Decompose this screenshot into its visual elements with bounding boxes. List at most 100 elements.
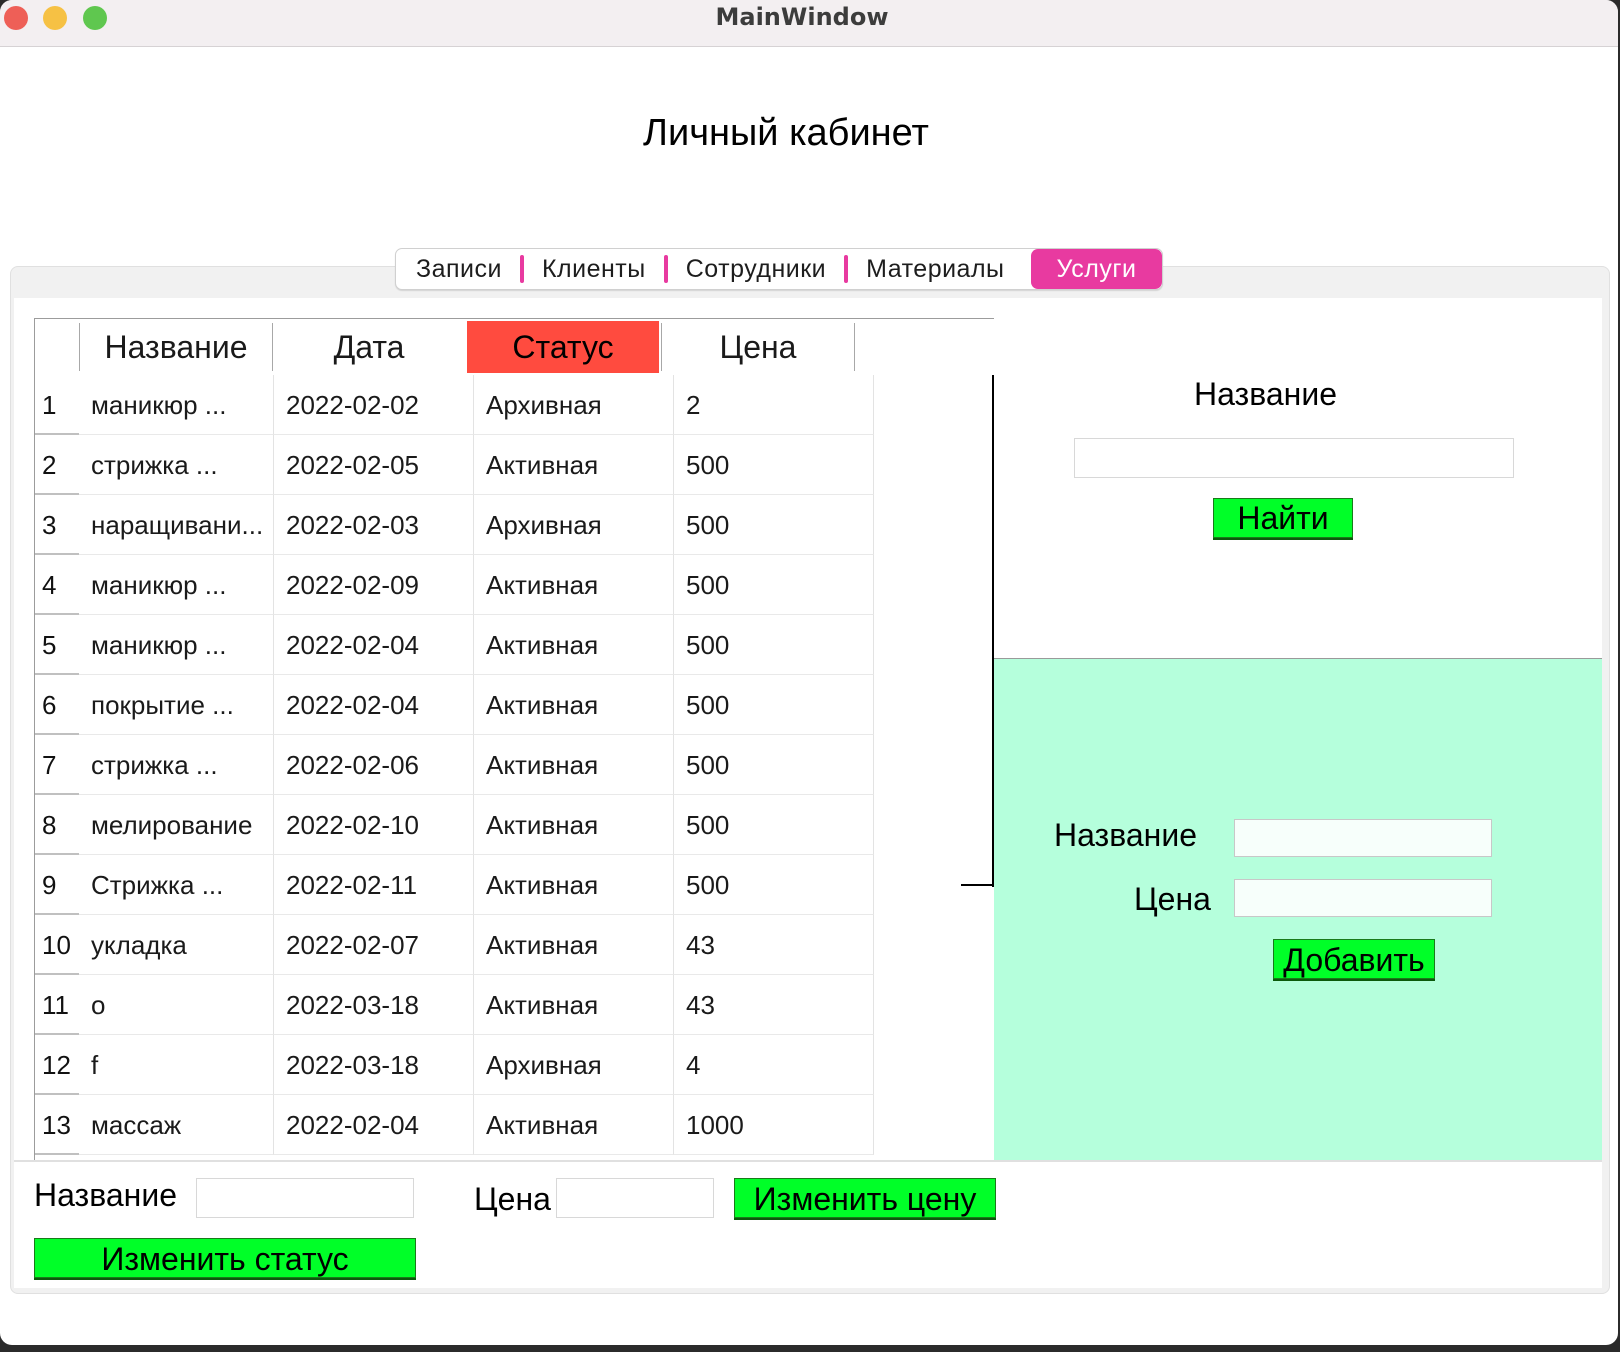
price-cell[interactable]: 500 bbox=[674, 555, 874, 615]
name-cell[interactable]: укладка bbox=[79, 915, 274, 975]
date-cell[interactable]: 2022-02-05 bbox=[274, 435, 474, 495]
row-number-cell[interactable]: 12 bbox=[35, 1035, 79, 1095]
table-row[interactable]: 2 стрижка ... 2022-02-05 Активная 500 bbox=[35, 435, 995, 495]
name-cell[interactable]: маникюр ... bbox=[79, 615, 274, 675]
date-cell[interactable]: 2022-02-04 bbox=[274, 615, 474, 675]
table-row[interactable]: 12 f 2022-03-18 Архивная 4 bbox=[35, 1035, 995, 1095]
status-cell[interactable]: Активная bbox=[474, 615, 674, 675]
search-name-label: Название bbox=[1194, 376, 1337, 412]
status-cell[interactable]: Активная bbox=[474, 915, 674, 975]
price-cell[interactable]: 43 bbox=[674, 975, 874, 1035]
name-cell[interactable]: о bbox=[79, 975, 274, 1035]
name-cell[interactable]: Стрижка ... bbox=[79, 855, 274, 915]
add-button[interactable]: Добавить bbox=[1273, 939, 1435, 979]
row-number-cell[interactable]: 4 bbox=[35, 555, 79, 615]
change-price-button[interactable]: Изменить цену bbox=[734, 1178, 996, 1218]
edit-name-input[interactable] bbox=[196, 1178, 414, 1218]
name-cell[interactable]: массаж bbox=[79, 1095, 274, 1155]
column-header-date[interactable]: Дата bbox=[272, 323, 465, 371]
name-cell[interactable]: стрижка ... bbox=[79, 735, 274, 795]
edit-price-input[interactable] bbox=[556, 1178, 714, 1218]
date-cell[interactable]: 2022-02-07 bbox=[274, 915, 474, 975]
price-cell[interactable]: 500 bbox=[674, 615, 874, 675]
name-cell[interactable]: покрытие ... bbox=[79, 675, 274, 735]
price-cell[interactable]: 500 bbox=[674, 795, 874, 855]
column-header-status[interactable]: Статус bbox=[467, 321, 659, 373]
table-row[interactable]: 5 маникюр ... 2022-02-04 Активная 500 bbox=[35, 615, 995, 675]
row-number-cell[interactable]: 11 bbox=[35, 975, 79, 1035]
tab-bar: Записи Клиенты Сотрудники Материалы Услу… bbox=[395, 248, 1164, 290]
add-name-input[interactable] bbox=[1234, 819, 1492, 857]
name-cell[interactable]: стрижка ... bbox=[79, 435, 274, 495]
status-cell[interactable]: Активная bbox=[474, 975, 674, 1035]
tab-uslugi[interactable]: Услуги bbox=[1030, 249, 1163, 289]
column-header-price[interactable]: Цена bbox=[661, 323, 855, 371]
status-cell[interactable]: Архивная bbox=[474, 375, 674, 435]
status-cell[interactable]: Активная bbox=[474, 555, 674, 615]
date-cell[interactable]: 2022-03-18 bbox=[274, 1035, 474, 1095]
row-number-cell[interactable]: 10 bbox=[35, 915, 79, 975]
date-cell[interactable]: 2022-02-04 bbox=[274, 675, 474, 735]
date-cell[interactable]: 2022-02-02 bbox=[274, 375, 474, 435]
row-number-cell[interactable]: 9 bbox=[35, 855, 79, 915]
row-number-cell[interactable]: 6 bbox=[35, 675, 79, 735]
table-row[interactable]: 3 наращивани... 2022-02-03 Архивная 500 bbox=[35, 495, 995, 555]
row-number-cell[interactable]: 1 bbox=[35, 375, 79, 435]
table-row[interactable]: 9 Стрижка ... 2022-02-11 Активная 500 bbox=[35, 855, 995, 915]
price-cell[interactable]: 1000 bbox=[674, 1095, 874, 1155]
tab-materialy[interactable]: Материалы bbox=[846, 249, 1024, 289]
date-cell[interactable]: 2022-02-11 bbox=[274, 855, 474, 915]
price-cell[interactable]: 500 bbox=[674, 435, 874, 495]
add-service-panel: Название Цена Добавить bbox=[994, 658, 1602, 1161]
price-cell[interactable]: 4 bbox=[674, 1035, 874, 1095]
tab-klienty[interactable]: Клиенты bbox=[522, 249, 668, 289]
price-cell[interactable]: 500 bbox=[674, 675, 874, 735]
search-name-input[interactable] bbox=[1074, 438, 1514, 478]
name-cell[interactable]: маникюр ... bbox=[79, 555, 274, 615]
name-cell[interactable]: мелирование bbox=[79, 795, 274, 855]
row-number-cell[interactable]: 2 bbox=[35, 435, 79, 495]
row-number-cell[interactable]: 13 bbox=[35, 1095, 79, 1155]
row-number-cell[interactable]: 3 bbox=[35, 495, 79, 555]
price-cell[interactable]: 500 bbox=[674, 495, 874, 555]
date-cell[interactable]: 2022-02-09 bbox=[274, 555, 474, 615]
date-cell[interactable]: 2022-03-18 bbox=[274, 975, 474, 1035]
table-row[interactable]: 11 о 2022-03-18 Активная 43 bbox=[35, 975, 995, 1035]
status-cell[interactable]: Активная bbox=[474, 735, 674, 795]
find-button[interactable]: Найти bbox=[1213, 498, 1353, 538]
table-row[interactable]: 6 покрытие ... 2022-02-04 Активная 500 bbox=[35, 675, 995, 735]
add-price-input[interactable] bbox=[1234, 879, 1492, 917]
tab-zapisi[interactable]: Записи bbox=[396, 249, 524, 289]
price-cell[interactable]: 2 bbox=[674, 375, 874, 435]
date-cell[interactable]: 2022-02-03 bbox=[274, 495, 474, 555]
row-number-cell[interactable]: 5 bbox=[35, 615, 79, 675]
name-cell[interactable]: маникюр ... bbox=[79, 375, 274, 435]
name-cell[interactable]: наращивани... bbox=[79, 495, 274, 555]
table-row[interactable]: 10 укладка 2022-02-07 Активная 43 bbox=[35, 915, 995, 975]
table-row[interactable]: 7 стрижка ... 2022-02-06 Активная 500 bbox=[35, 735, 995, 795]
tab-sotrudniki[interactable]: Сотрудники bbox=[666, 249, 849, 289]
change-status-button[interactable]: Изменить статус bbox=[34, 1238, 416, 1278]
status-cell[interactable]: Активная bbox=[474, 855, 674, 915]
price-cell[interactable]: 500 bbox=[674, 735, 874, 795]
status-cell[interactable]: Архивная bbox=[474, 1035, 674, 1095]
status-cell[interactable]: Активная bbox=[474, 1095, 674, 1155]
status-cell[interactable]: Архивная bbox=[474, 495, 674, 555]
services-table[interactable]: Название Дата Статус Цена 1 маникюр ... 20… bbox=[34, 318, 996, 1162]
status-cell[interactable]: Активная bbox=[474, 435, 674, 495]
date-cell[interactable]: 2022-02-04 bbox=[274, 1095, 474, 1155]
status-cell[interactable]: Активная bbox=[474, 795, 674, 855]
name-cell[interactable]: f bbox=[79, 1035, 274, 1095]
date-cell[interactable]: 2022-02-06 bbox=[274, 735, 474, 795]
table-row[interactable]: 1 маникюр ... 2022-02-02 Архивная 2 bbox=[35, 375, 995, 435]
row-number-cell[interactable]: 7 bbox=[35, 735, 79, 795]
row-number-cell[interactable]: 8 bbox=[35, 795, 79, 855]
table-row[interactable]: 13 массаж 2022-02-04 Активная 1000 bbox=[35, 1095, 995, 1155]
table-row[interactable]: 8 мелирование 2022-02-10 Активная 500 bbox=[35, 795, 995, 855]
price-cell[interactable]: 500 bbox=[674, 855, 874, 915]
table-row[interactable]: 4 маникюр ... 2022-02-09 Активная 500 bbox=[35, 555, 995, 615]
status-cell[interactable]: Активная bbox=[474, 675, 674, 735]
column-header-name[interactable]: Название bbox=[79, 323, 272, 371]
date-cell[interactable]: 2022-02-10 bbox=[274, 795, 474, 855]
price-cell[interactable]: 43 bbox=[674, 915, 874, 975]
